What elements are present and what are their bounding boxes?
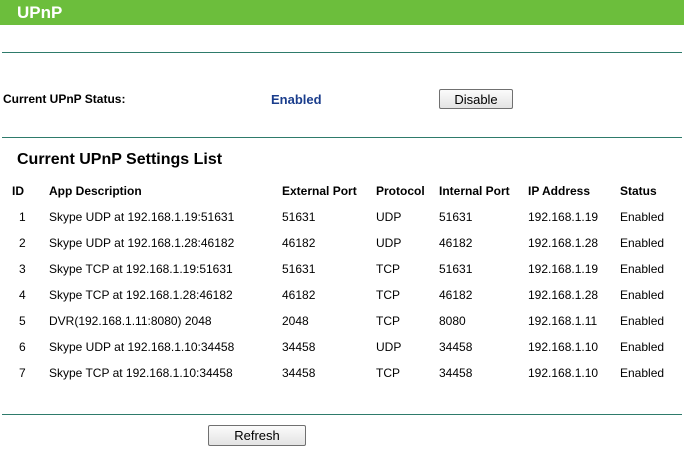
table-row: 2 Skype UDP at 192.168.1.28:46182 46182 …	[6, 230, 682, 256]
cell-app-description: Skype TCP at 192.168.1.19:51631	[49, 262, 233, 276]
table-header-row: ID App Description External Port Protoco…	[6, 178, 682, 204]
cell-external-port: 46182	[282, 288, 316, 302]
cell-external-port: 51631	[282, 262, 316, 276]
table-row: 5 DVR(192.168.1.11:8080) 2048 2048 TCP 8…	[6, 308, 682, 334]
cell-internal-port: 8080	[439, 314, 466, 328]
disable-button[interactable]: Disable	[439, 89, 513, 109]
cell-internal-port: 46182	[439, 288, 473, 302]
cell-external-port: 46182	[282, 236, 316, 250]
table-row: 3 Skype TCP at 192.168.1.19:51631 51631 …	[6, 256, 682, 282]
table-row: 6 Skype UDP at 192.168.1.10:34458 34458 …	[6, 334, 682, 360]
divider	[2, 137, 682, 138]
refresh-button[interactable]: Refresh	[208, 425, 306, 446]
page-header: UPnP	[0, 0, 684, 25]
cell-status: Enabled	[620, 288, 665, 302]
cell-app-description: Skype UDP at 192.168.1.28:46182	[49, 236, 235, 250]
page-title: UPnP	[17, 3, 63, 22]
cell-app-description: DVR(192.168.1.11:8080) 2048	[49, 314, 212, 328]
cell-status: Enabled	[620, 366, 665, 380]
cell-internal-port: 51631	[439, 210, 473, 224]
column-header-ip-address: IP Address	[528, 184, 591, 198]
cell-id: 4	[19, 288, 26, 302]
table-row: 7 Skype TCP at 192.168.1.10:34458 34458 …	[6, 360, 682, 386]
column-header-protocol: Protocol	[376, 184, 425, 198]
cell-id: 3	[19, 262, 26, 276]
column-header-app-description: App Description	[49, 184, 142, 198]
cell-status: Enabled	[620, 314, 665, 328]
cell-protocol: TCP	[376, 366, 400, 380]
cell-ip-address: 192.168.1.11	[528, 314, 598, 328]
upnp-settings-table: ID App Description External Port Protoco…	[6, 178, 682, 386]
cell-status: Enabled	[620, 210, 665, 224]
column-header-status: Status	[620, 184, 657, 198]
cell-app-description: Skype TCP at 192.168.1.10:34458	[49, 366, 233, 380]
divider	[2, 414, 682, 415]
cell-ip-address: 192.168.1.28	[528, 288, 599, 302]
cell-protocol: TCP	[376, 262, 400, 276]
cell-internal-port: 51631	[439, 262, 473, 276]
cell-protocol: UDP	[376, 210, 402, 224]
cell-ip-address: 192.168.1.19	[528, 210, 599, 224]
cell-app-description: Skype TCP at 192.168.1.28:46182	[49, 288, 233, 302]
upnp-status-value: Enabled	[271, 92, 322, 107]
cell-app-description: Skype UDP at 192.168.1.19:51631	[49, 210, 235, 224]
cell-status: Enabled	[620, 236, 665, 250]
cell-id: 1	[19, 210, 26, 224]
cell-id: 5	[19, 314, 26, 328]
cell-protocol: UDP	[376, 236, 402, 250]
cell-external-port: 34458	[282, 366, 316, 380]
cell-id: 7	[19, 366, 26, 380]
cell-protocol: UDP	[376, 340, 402, 354]
cell-internal-port: 46182	[439, 236, 473, 250]
divider	[2, 52, 682, 53]
table-row: 4 Skype TCP at 192.168.1.28:46182 46182 …	[6, 282, 682, 308]
cell-ip-address: 192.168.1.19	[528, 262, 599, 276]
upnp-status-label: Current UPnP Status:	[3, 92, 126, 106]
cell-protocol: TCP	[376, 288, 400, 302]
cell-external-port: 34458	[282, 340, 316, 354]
cell-status: Enabled	[620, 262, 665, 276]
table-row: 1 Skype UDP at 192.168.1.19:51631 51631 …	[6, 204, 682, 230]
cell-ip-address: 192.168.1.28	[528, 236, 599, 250]
cell-external-port: 51631	[282, 210, 316, 224]
cell-external-port: 2048	[282, 314, 309, 328]
cell-app-description: Skype UDP at 192.168.1.10:34458	[49, 340, 235, 354]
cell-internal-port: 34458	[439, 340, 473, 354]
column-header-id: ID	[12, 184, 24, 198]
cell-status: Enabled	[620, 340, 665, 354]
cell-id: 2	[19, 236, 26, 250]
column-header-external-port: External Port	[282, 184, 357, 198]
cell-protocol: TCP	[376, 314, 400, 328]
cell-internal-port: 34458	[439, 366, 473, 380]
settings-list-title: Current UPnP Settings List	[17, 151, 223, 168]
cell-ip-address: 192.168.1.10	[528, 366, 599, 380]
column-header-internal-port: Internal Port	[439, 184, 510, 198]
cell-id: 6	[19, 340, 26, 354]
cell-ip-address: 192.168.1.10	[528, 340, 599, 354]
